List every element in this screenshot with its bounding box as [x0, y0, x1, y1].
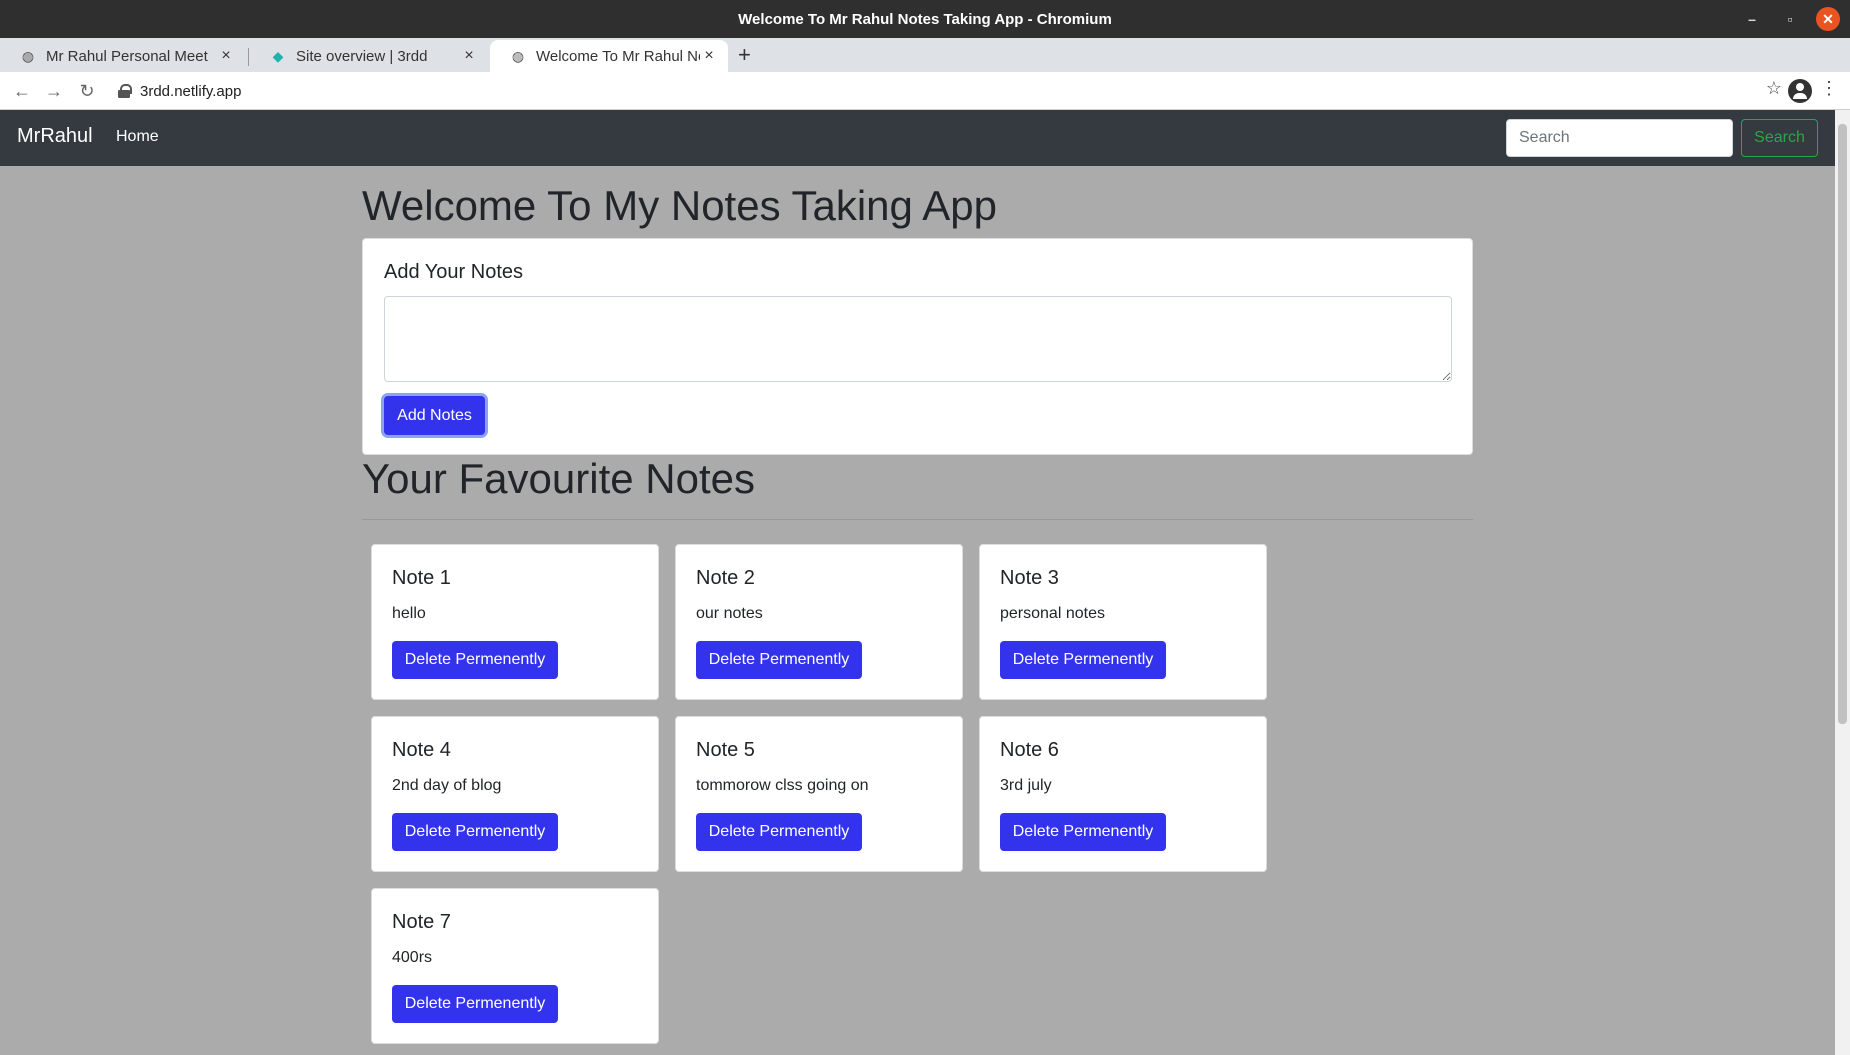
close-tab-icon[interactable]: ×: [700, 47, 718, 65]
delete-note-button[interactable]: Delete Permenently: [392, 985, 558, 1023]
tab-personal-meet[interactable]: ◍ Mr Rahul Personal Meet ×: [0, 40, 245, 72]
note-card: Note 7 400rs Delete Permenently: [371, 888, 659, 1044]
note-title: Note 5: [696, 739, 755, 761]
tab-strip: ◍ Mr Rahul Personal Meet × ◆ Site overvi…: [0, 38, 1850, 72]
note-card: Note 2 our notes Delete Permenently: [675, 544, 963, 700]
delete-note-button[interactable]: Delete Permenently: [696, 813, 862, 851]
note-card: Note 3 personal notes Delete Permenently: [979, 544, 1267, 700]
note-title: Note 2: [696, 567, 755, 589]
search-input[interactable]: [1506, 119, 1733, 157]
close-window-icon[interactable]: ✕: [1816, 7, 1840, 31]
url-text: 3rdd.netlify.app: [140, 82, 242, 100]
note-text: 400rs: [392, 949, 433, 966]
page-viewport: MrRahul Home Search Welcome To My Notes …: [0, 110, 1835, 1055]
add-notes-button[interactable]: Add Notes: [384, 396, 485, 435]
note-textarea[interactable]: [384, 296, 1452, 382]
nav-link-home[interactable]: Home: [116, 128, 159, 146]
scrollbar-thumb[interactable]: [1838, 124, 1847, 724]
address-bar[interactable]: 3rdd.netlify.app: [118, 78, 241, 104]
back-icon[interactable]: ←: [10, 79, 34, 103]
minimize-icon[interactable]: –: [1740, 7, 1764, 31]
close-tab-icon[interactable]: ×: [217, 47, 235, 65]
divider: [362, 519, 1473, 520]
close-tab-icon[interactable]: ×: [460, 47, 478, 65]
delete-note-button[interactable]: Delete Permenently: [1000, 641, 1166, 679]
search-button[interactable]: Search: [1741, 119, 1818, 157]
add-note-card: Add Your Notes Add Notes: [362, 238, 1473, 455]
delete-note-button[interactable]: Delete Permenently: [1000, 813, 1166, 851]
profile-icon[interactable]: [1788, 79, 1812, 103]
tab-label: Mr Rahul Personal Meet: [46, 47, 208, 65]
note-title: Note 7: [392, 911, 451, 933]
browser-toolbar: ← → ↻ 3rdd.netlify.app ☆ ⋮: [0, 72, 1850, 110]
favourite-notes-heading: Your Favourite Notes: [362, 455, 755, 502]
tab-divider: [248, 48, 249, 66]
window-controls: – ▫ ✕: [1740, 7, 1840, 31]
add-note-card-title: Add Your Notes: [384, 261, 523, 283]
page-scrollbar[interactable]: [1835, 110, 1850, 1055]
note-card: Note 6 3rd july Delete Permenently: [979, 716, 1267, 872]
note-text: hello: [392, 605, 426, 622]
globe-icon: ◍: [21, 47, 35, 64]
note-text: tommorow clss going on: [696, 777, 869, 794]
tab-site-overview[interactable]: ◆ Site overview | 3rdd ×: [250, 40, 488, 72]
note-text: 2nd day of blog: [392, 777, 502, 794]
maximize-icon[interactable]: ▫: [1778, 7, 1802, 31]
window-titlebar: Welcome To Mr Rahul Notes Taking App - C…: [0, 0, 1850, 38]
note-card: Note 1 hello Delete Permenently: [371, 544, 659, 700]
note-text: our notes: [696, 605, 763, 622]
page-title: Welcome To My Notes Taking App: [362, 182, 997, 229]
site-navbar: MrRahul Home Search: [0, 110, 1835, 166]
note-title: Note 3: [1000, 567, 1059, 589]
reload-icon[interactable]: ↻: [75, 79, 99, 103]
tab-label: Site overview | 3rdd: [296, 47, 428, 65]
delete-note-button[interactable]: Delete Permenently: [392, 813, 558, 851]
lock-icon: [118, 84, 132, 98]
note-card: Note 5 tommorow clss going on Delete Per…: [675, 716, 963, 872]
window-title: Welcome To Mr Rahul Notes Taking App - C…: [738, 10, 1112, 28]
bookmark-star-icon[interactable]: ☆: [1766, 78, 1782, 99]
note-text: personal notes: [1000, 605, 1105, 622]
note-text: 3rd july: [1000, 777, 1052, 794]
note-title: Note 1: [392, 567, 451, 589]
forward-icon[interactable]: →: [42, 79, 66, 103]
netlify-icon: ◆: [272, 47, 284, 64]
delete-note-button[interactable]: Delete Permenently: [392, 641, 558, 679]
menu-kebab-icon[interactable]: ⋮: [1820, 78, 1838, 99]
globe-icon: ◍: [511, 47, 525, 64]
tab-label: Welcome To Mr Rahul No: [536, 47, 700, 65]
delete-note-button[interactable]: Delete Permenently: [696, 641, 862, 679]
navbar-brand[interactable]: MrRahul: [17, 125, 93, 148]
new-tab-icon[interactable]: +: [738, 42, 751, 68]
note-card: Note 4 2nd day of blog Delete Permenentl…: [371, 716, 659, 872]
note-title: Note 6: [1000, 739, 1059, 761]
note-title: Note 4: [392, 739, 451, 761]
tab-notes-app[interactable]: ◍ Welcome To Mr Rahul No ×: [490, 40, 728, 72]
